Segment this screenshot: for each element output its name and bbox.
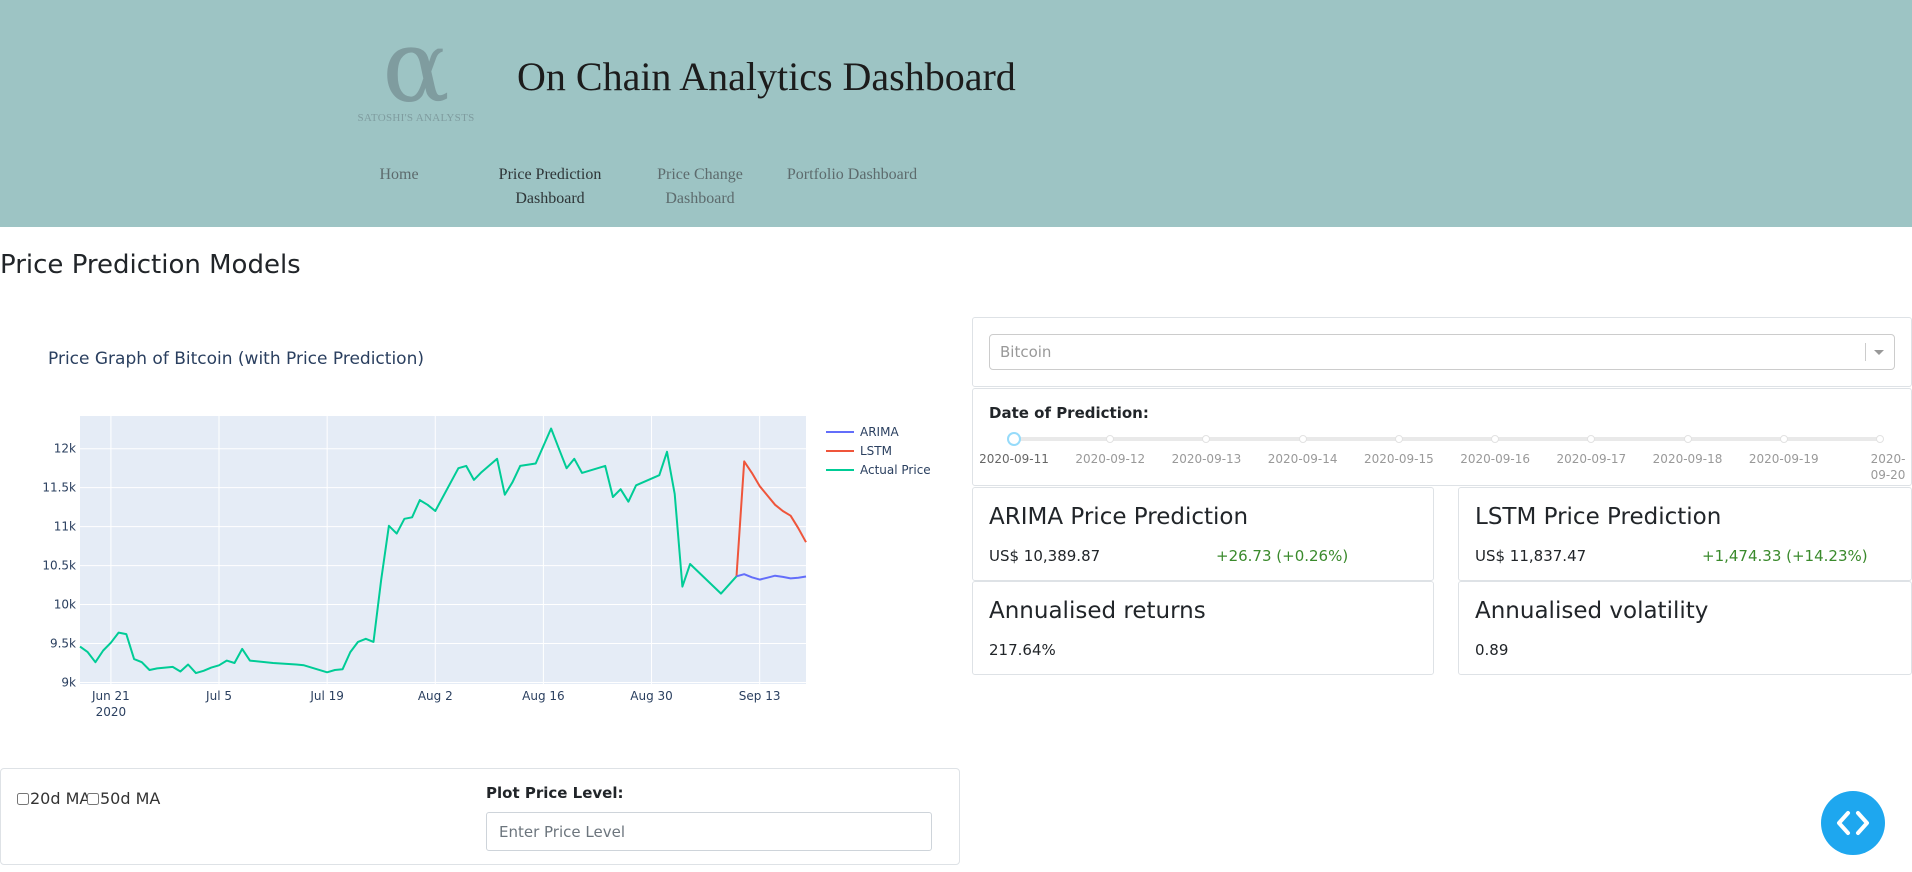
price-chart[interactable]: 9k 9.5k 10k 10.5k 11k 11.5k 12k Jun 21 Jul 5 Jul … — [0, 400, 960, 730]
site-title: On Chain Analytics Dashboard — [517, 54, 1016, 99]
coin-dropdown-value: Bitcoin — [1000, 343, 1052, 361]
slider-dot[interactable] — [1779, 435, 1788, 443]
returns-value: 217.64% — [989, 641, 1056, 659]
code-toggle-button[interactable] — [1821, 791, 1885, 855]
slider-mark-label[interactable]: 2020-09-17 — [1556, 451, 1626, 467]
slider-mark-label[interactable]: 2020-09-18 — [1653, 451, 1723, 467]
ma50-checkbox-label[interactable]: 50d MA — [87, 789, 160, 808]
x-tick-label: Aug 30 — [630, 689, 673, 703]
date-of-prediction-label: Date of Prediction: — [989, 404, 1149, 422]
slider-mark-label[interactable]: 2020-09-11 — [979, 451, 1049, 467]
site-header: α SATOSHI'S ANALYSTS On Chain Analytics … — [0, 0, 1912, 227]
y-tick-label: 11k — [54, 520, 76, 534]
volatility-card-title: Annualised volatility — [1475, 598, 1709, 624]
y-tick-label: 10.5k — [42, 559, 76, 573]
y-tick-label: 9k — [61, 675, 76, 689]
ma20-label: 20d MA — [30, 789, 91, 808]
slider-mark-label[interactable]: 2020-09-14 — [1268, 451, 1338, 467]
slider-mark-label[interactable]: 2020-09-20 — [1868, 451, 1908, 483]
legend-item[interactable]: LSTM — [860, 444, 892, 458]
satoshis-analysts-logo[interactable]: α SATOSHI'S ANALYSTS — [348, 12, 484, 130]
returns-card-title: Annualised returns — [989, 598, 1206, 624]
page-title: Price Prediction Models — [0, 250, 301, 280]
x-tick-label: Sep 13 — [739, 689, 781, 703]
x-tick-label: Aug 2 — [418, 689, 453, 703]
slider-dot[interactable] — [1587, 435, 1596, 443]
slider-mark-label[interactable]: 2020-09-13 — [1171, 451, 1242, 467]
chart-title: Price Graph of Bitcoin (with Price Predi… — [48, 349, 424, 369]
slider-mark-label[interactable]: 2020-09-12 — [1075, 451, 1145, 467]
annualised-returns-card: Annualised returns 217.64% — [972, 581, 1434, 675]
legend-item[interactable]: ARIMA — [860, 425, 899, 439]
arima-price-change: +26.73 (+0.26%) — [1216, 547, 1349, 565]
slider-mark-label[interactable]: 2020-09-19 — [1749, 451, 1819, 467]
ma50-label: 50d MA — [100, 789, 161, 808]
arima-card-title: ARIMA Price Prediction — [989, 504, 1249, 530]
slider-dot[interactable] — [1202, 435, 1211, 443]
lstm-prediction-card: LSTM Price Prediction US$ 11,837.47 +1,4… — [1458, 487, 1912, 581]
plot-price-level-label: Plot Price Level: — [486, 784, 624, 802]
nav-portfolio-dashboard[interactable]: Portfolio Dashboard — [782, 163, 922, 187]
code-icon — [1837, 811, 1869, 835]
x-tick-label: Jun 21 — [91, 689, 130, 703]
date-slider-panel: Date of Prediction: 2020-09-11 2020-09-12… — [972, 388, 1912, 486]
slider-rail[interactable] — [1014, 437, 1880, 441]
slider-handle[interactable] — [1007, 432, 1021, 446]
nav-price-change-dashboard[interactable]: Price Change Dashboard — [650, 163, 750, 211]
slider-dot[interactable] — [1683, 435, 1692, 443]
coin-select-panel: Bitcoin — [972, 317, 1912, 387]
arima-prediction-card: ARIMA Price Prediction US$ 10,389.87 +26… — [972, 487, 1434, 581]
coin-dropdown[interactable]: Bitcoin — [989, 334, 1895, 370]
slider-dot[interactable] — [1491, 435, 1500, 443]
y-tick-label: 9.5k — [50, 636, 76, 650]
slider-dot[interactable] — [1298, 435, 1307, 443]
price-level-input[interactable] — [486, 812, 932, 851]
ma20-checkbox-label[interactable]: 20d MA — [17, 789, 90, 808]
slider-mark-label[interactable]: 2020-09-15 — [1364, 451, 1434, 467]
nav-home[interactable]: Home — [354, 163, 444, 187]
y-tick-label: 10k — [54, 598, 76, 612]
slider-dot[interactable] — [1106, 435, 1115, 443]
slider-dot[interactable] — [1394, 435, 1403, 443]
slider-mark-label[interactable]: 2020-09-16 — [1460, 451, 1530, 467]
chart-controls-panel: 20d MA 50d MA Plot Price Level: — [0, 768, 960, 865]
slider-dot[interactable] — [1876, 435, 1884, 443]
arima-price-value: US$ 10,389.87 — [989, 547, 1101, 565]
x-tick-label: Jul 19 — [309, 689, 344, 703]
ma20-checkbox[interactable] — [17, 792, 29, 805]
y-tick-label: 12k — [54, 442, 76, 456]
legend-item[interactable]: Actual Price — [860, 463, 931, 477]
chevron-down-icon[interactable] — [1874, 350, 1884, 355]
dropdown-separator — [1865, 343, 1866, 361]
logo-alpha: α — [382, 8, 450, 125]
nav-price-prediction-dashboard[interactable]: Price Prediction Dashboard — [490, 163, 610, 211]
logo-tagline: SATOSHI'S ANALYSTS — [357, 112, 475, 124]
lstm-price-value: US$ 11,837.47 — [1475, 547, 1587, 565]
ma50-checkbox[interactable] — [87, 792, 99, 805]
y-tick-label: 11.5k — [42, 481, 76, 495]
annualised-volatility-card: Annualised volatility 0.89 — [1458, 581, 1912, 675]
lstm-price-change: +1,474.33 (+14.23%) — [1702, 547, 1868, 565]
x-tick-label: Jul 5 — [205, 689, 232, 703]
x-tick-label: Aug 16 — [522, 689, 565, 703]
volatility-value: 0.89 — [1475, 641, 1509, 659]
x-tick-year-label: 2020 — [96, 705, 127, 719]
lstm-card-title: LSTM Price Prediction — [1475, 504, 1722, 530]
